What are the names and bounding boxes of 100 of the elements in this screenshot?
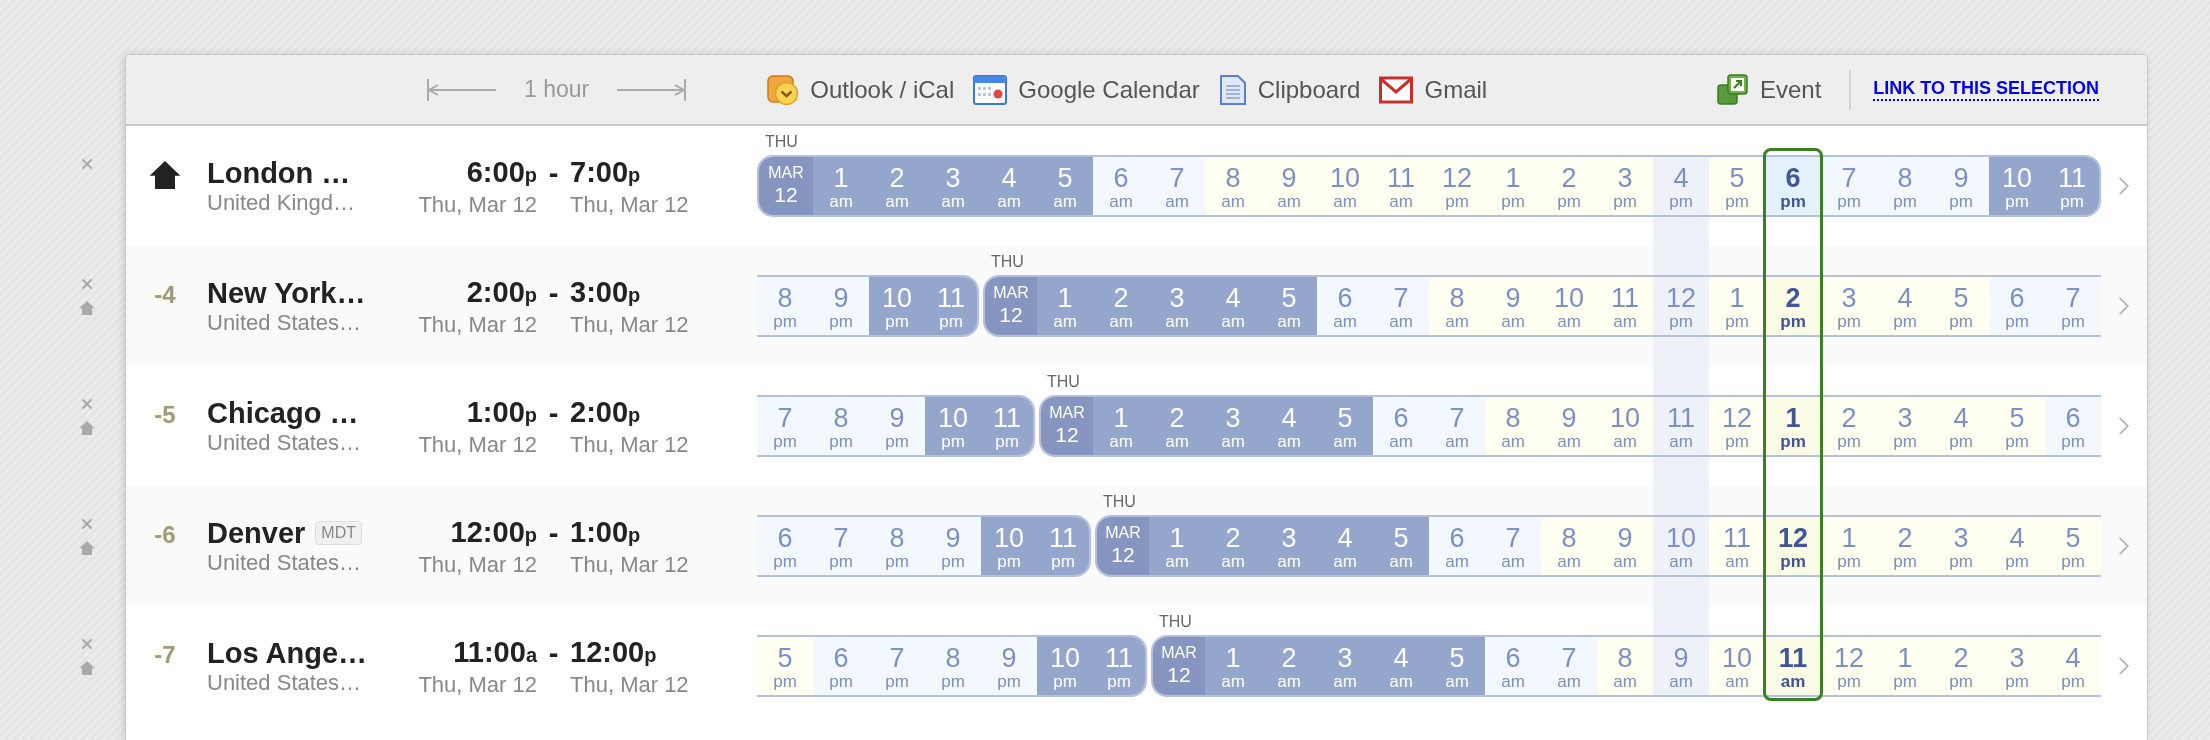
hour-cell[interactable]: 3 pm xyxy=(1989,637,2045,695)
hour-cell[interactable]: 11 am xyxy=(1597,277,1653,335)
hour-cell[interactable]: 6 am xyxy=(1373,397,1429,455)
hour-cell[interactable]: 6 pm xyxy=(1765,157,1821,215)
hour-cell[interactable]: 3 am xyxy=(1149,277,1205,335)
hour-cell[interactable]: 10 am xyxy=(1709,637,1765,695)
hour-cell[interactable]: 8 pm xyxy=(925,637,981,695)
hour-cell[interactable]: 1 pm xyxy=(1709,277,1765,335)
hour-cell[interactable]: 4 am xyxy=(981,157,1037,215)
hour-cell[interactable]: 8 pm xyxy=(813,397,869,455)
hour-cell[interactable]: 4 am xyxy=(1373,637,1429,695)
hour-cell[interactable]: 5 am xyxy=(1317,397,1373,455)
hour-cell[interactable]: 2 pm xyxy=(1765,277,1821,335)
hour-cell[interactable]: 3 am xyxy=(1261,517,1317,575)
hour-cell[interactable]: 6 am xyxy=(1317,277,1373,335)
hour-cell[interactable]: 9 pm xyxy=(1933,157,1989,215)
hour-cell[interactable]: 1 pm xyxy=(1485,157,1541,215)
hour-cell[interactable]: 10 pm xyxy=(1037,637,1093,695)
hour-cell[interactable]: 3 pm xyxy=(1877,397,1933,455)
hour-cell[interactable]: 4 pm xyxy=(2045,637,2101,695)
hour-cell[interactable]: 12 pm xyxy=(1429,157,1485,215)
close-icon[interactable] xyxy=(79,396,95,412)
hour-cell[interactable]: 2 am xyxy=(1205,517,1261,575)
hour-cell[interactable]: 1 am xyxy=(1205,637,1261,695)
hour-cell[interactable]: 7 pm xyxy=(1821,157,1877,215)
hour-cell[interactable]: 7 pm xyxy=(757,397,813,455)
hour-cell[interactable]: 3 am xyxy=(1205,397,1261,455)
hour-cell[interactable]: 9 am xyxy=(1653,637,1709,695)
hour-cell[interactable]: 4 pm xyxy=(1933,397,1989,455)
hour-cell[interactable]: 4 am xyxy=(1205,277,1261,335)
hour-cell[interactable]: 7 pm xyxy=(813,517,869,575)
hour-cell[interactable]: 1 pm xyxy=(1765,397,1821,455)
date-cell[interactable]: MAR 12 xyxy=(759,157,813,215)
hour-cell[interactable]: 5 pm xyxy=(2045,517,2101,575)
hour-cell[interactable]: 4 pm xyxy=(1989,517,2045,575)
hour-cell[interactable]: 4 am xyxy=(1261,397,1317,455)
hour-cell[interactable]: 5 am xyxy=(1037,157,1093,215)
hour-cell[interactable]: 1 pm xyxy=(1877,637,1933,695)
hour-cell[interactable]: 10 am xyxy=(1541,277,1597,335)
hour-cell[interactable]: 9 pm xyxy=(869,397,925,455)
hour-cell[interactable]: 4 am xyxy=(1317,517,1373,575)
hour-cell[interactable]: 6 pm xyxy=(813,637,869,695)
hour-cell[interactable]: 7 am xyxy=(1149,157,1205,215)
date-cell[interactable]: MAR 12 xyxy=(1097,517,1149,575)
home-icon[interactable] xyxy=(79,420,95,436)
date-cell[interactable]: MAR 12 xyxy=(1041,397,1093,455)
hour-cell[interactable]: 8 am xyxy=(1541,517,1597,575)
hour-cell[interactable]: 1 am xyxy=(1093,397,1149,455)
hour-cell[interactable]: 9 am xyxy=(1541,397,1597,455)
hour-cell[interactable]: 8 am xyxy=(1205,157,1261,215)
hour-cell[interactable]: 9 pm xyxy=(925,517,981,575)
event-button[interactable]: Event xyxy=(1716,73,1822,106)
hour-cell[interactable]: 7 am xyxy=(1373,277,1429,335)
close-icon[interactable] xyxy=(79,276,95,292)
export-button[interactable]: Gmail xyxy=(1379,75,1488,104)
close-icon[interactable] xyxy=(79,156,95,172)
hour-cell[interactable]: 10 am xyxy=(1317,157,1373,215)
date-cell[interactable]: MAR 12 xyxy=(1153,637,1205,695)
hour-cell[interactable]: 1 pm xyxy=(1821,517,1877,575)
hour-cell[interactable]: 11 am xyxy=(1765,637,1821,695)
hour-cell[interactable]: 11 am xyxy=(1709,517,1765,575)
hour-cell[interactable]: 5 am xyxy=(1261,277,1317,335)
home-icon[interactable] xyxy=(79,660,95,676)
hour-cell[interactable]: 6 pm xyxy=(2045,397,2101,455)
hour-cell[interactable]: 10 am xyxy=(1597,397,1653,455)
close-icon[interactable] xyxy=(79,636,95,652)
hour-cell[interactable]: 11 am xyxy=(1373,157,1429,215)
export-button[interactable]: Outlook / iCal xyxy=(767,73,955,106)
hour-cell[interactable]: 2 am xyxy=(869,157,925,215)
export-button[interactable]: Clipboard xyxy=(1218,73,1361,106)
hour-cell[interactable]: 11 pm xyxy=(1093,637,1145,695)
hour-cell[interactable]: 2 am xyxy=(1261,637,1317,695)
hour-cell[interactable]: 8 am xyxy=(1429,277,1485,335)
hour-cell[interactable]: 2 am xyxy=(1149,397,1205,455)
hour-cell[interactable]: 9 am xyxy=(1485,277,1541,335)
hour-cell[interactable]: 3 am xyxy=(925,157,981,215)
hour-cell[interactable]: 4 pm xyxy=(1653,157,1709,215)
date-cell[interactable]: MAR 12 xyxy=(985,277,1037,335)
hour-cell[interactable]: 11 pm xyxy=(925,277,977,335)
hour-cell[interactable]: 7 am xyxy=(1429,397,1485,455)
hour-cell[interactable]: 5 am xyxy=(1373,517,1429,575)
hour-cell[interactable]: 8 pm xyxy=(1877,157,1933,215)
hour-cell[interactable]: 9 pm xyxy=(981,637,1037,695)
home-icon[interactable] xyxy=(79,300,95,316)
hour-cell[interactable]: 2 pm xyxy=(1821,397,1877,455)
hour-cell[interactable]: 4 pm xyxy=(1877,277,1933,335)
hour-cell[interactable]: 12 pm xyxy=(1653,277,1709,335)
hour-cell[interactable]: 1 am xyxy=(1149,517,1205,575)
hour-cell[interactable]: 2 am xyxy=(1093,277,1149,335)
hour-cell[interactable]: 11 pm xyxy=(981,397,1033,455)
hour-cell[interactable]: 11 am xyxy=(1653,397,1709,455)
hour-cell[interactable]: 1 am xyxy=(1037,277,1093,335)
hour-cell[interactable]: 8 am xyxy=(1597,637,1653,695)
hour-cell[interactable]: 3 pm xyxy=(1597,157,1653,215)
hour-cell[interactable]: 12 pm xyxy=(1765,517,1821,575)
hour-cell[interactable]: 5 pm xyxy=(1989,397,2045,455)
hour-cell[interactable]: 10 pm xyxy=(869,277,925,335)
hour-cell[interactable]: 5 pm xyxy=(1709,157,1765,215)
hour-cell[interactable]: 7 am xyxy=(1485,517,1541,575)
hour-cell[interactable]: 9 pm xyxy=(813,277,869,335)
